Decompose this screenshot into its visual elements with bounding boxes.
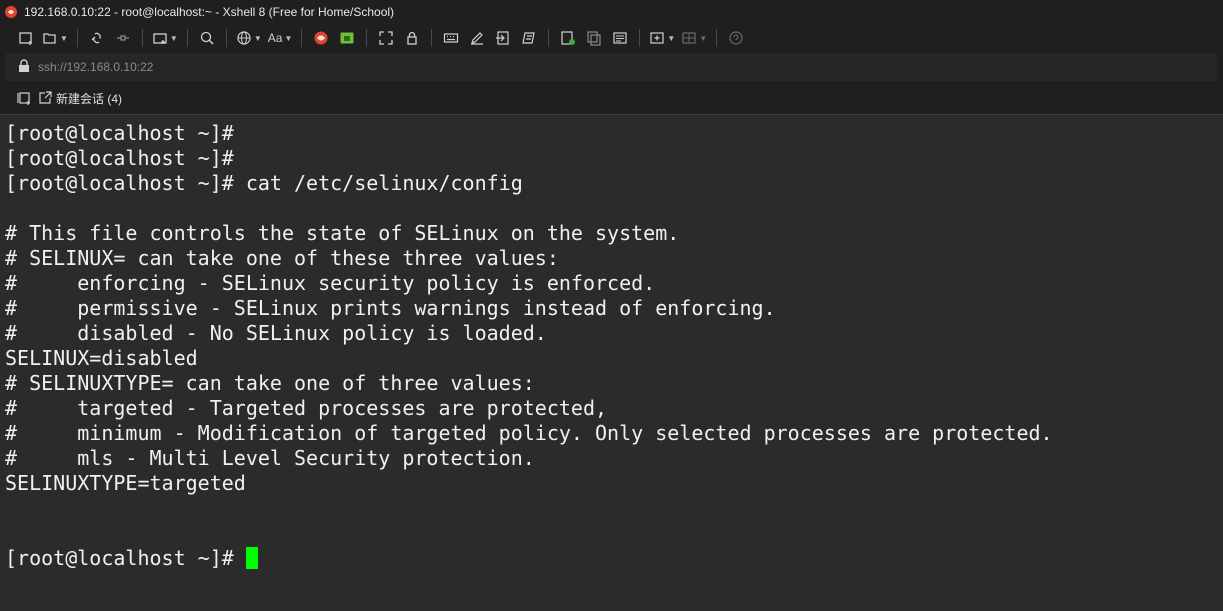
terminal-line: # enforcing - SELinux security policy is… (5, 271, 656, 295)
terminal-line: [root@localhost ~]# (5, 146, 234, 170)
keyboard-icon[interactable] (439, 27, 463, 49)
toolbar-divider (301, 29, 303, 47)
session-manager-icon (17, 92, 30, 105)
chevron-down-icon[interactable]: ▼ (699, 34, 707, 43)
chevron-down-icon[interactable]: ▼ (254, 34, 262, 43)
toolbar-divider (225, 29, 227, 47)
compose-icon[interactable] (608, 27, 632, 49)
toolbar-divider (548, 29, 550, 47)
lock-icon (18, 58, 30, 76)
toolbar-divider (141, 29, 143, 47)
chevron-down-icon[interactable]: ▼ (170, 34, 178, 43)
add-folder-icon[interactable]: ▼ (647, 27, 677, 49)
terminal-line: # targeted - Targeted processes are prot… (5, 396, 608, 420)
terminal-line: [root@localhost ~]# (5, 121, 234, 145)
chevron-down-icon[interactable]: ▼ (667, 34, 675, 43)
copy-icon[interactable] (582, 27, 606, 49)
globe-icon[interactable]: ▼ (234, 27, 264, 49)
fullscreen-icon[interactable] (374, 27, 398, 49)
new-session-tab[interactable]: 新建会话 (4) (38, 90, 122, 107)
terminal-line: # permissive - SELinux prints warnings i… (5, 296, 776, 320)
terminal-line: SELINUXTYPE=targeted (5, 471, 246, 495)
terminal-output[interactable]: [root@localhost ~]# [root@localhost ~]# … (0, 118, 1223, 611)
toolbar: ▼ ▼ ▼ Aa ▼ ▼ ▼ (0, 24, 1223, 52)
toolbar-divider (716, 29, 718, 47)
terminal-line: # SELINUXTYPE= can take one of three val… (5, 371, 535, 395)
xshell-window: 192.168.0.10:22 - root@localhost:~ - Xsh… (0, 0, 1223, 611)
layout-icon[interactable]: ▼ (679, 27, 709, 49)
session-manager-button[interactable] (16, 90, 32, 106)
xshell-icon[interactable] (309, 27, 333, 49)
toolbar-divider (76, 29, 78, 47)
terminal-line: # disabled - No SELinux policy is loaded… (5, 321, 547, 345)
address-bar: ssh://192.168.0.10:22 (0, 52, 1223, 82)
terminal-line: # minimum - Modification of targeted pol… (5, 421, 1053, 445)
session-tab-bar: 新建会话 (4) (0, 82, 1223, 115)
chevron-down-icon[interactable]: ▼ (60, 34, 68, 43)
script-icon[interactable] (517, 27, 541, 49)
connect-icon[interactable] (85, 27, 109, 49)
toolbar-divider (639, 29, 641, 47)
chevron-down-icon[interactable]: ▼ (284, 34, 292, 43)
terminal-line: # SELINUX= can take one of these three v… (5, 246, 559, 270)
toolbar-divider (431, 29, 433, 47)
terminal-line: # mls - Multi Level Security protection. (5, 446, 535, 470)
xftp-icon[interactable] (335, 27, 359, 49)
new-tab-icon[interactable]: ▼ (150, 27, 180, 49)
window-title: 192.168.0.10:22 - root@localhost:~ - Xsh… (24, 5, 395, 19)
terminal-line: [root@localhost ~]# cat /etc/selinux/con… (5, 171, 523, 195)
title-bar: 192.168.0.10:22 - root@localhost:~ - Xsh… (0, 0, 1223, 24)
new-session-icon[interactable] (14, 27, 38, 49)
address-field[interactable]: ssh://192.168.0.10:22 (6, 53, 1217, 81)
lock-icon[interactable] (400, 27, 424, 49)
terminal-line: SELINUX=disabled (5, 346, 198, 370)
toolbar-divider (366, 29, 368, 47)
search-icon[interactable] (195, 27, 219, 49)
open-external-icon (39, 91, 52, 104)
terminal-prompt-line[interactable]: [root@localhost ~]# (5, 546, 1223, 571)
transfer-icon[interactable] (491, 27, 515, 49)
pen-icon[interactable] (465, 27, 489, 49)
terminal-line: # This file controls the state of SELinu… (5, 221, 680, 245)
toolbar-divider (186, 29, 188, 47)
new-session-tab-label: 新建会话 (4) (56, 91, 123, 106)
terminal-cursor (245, 547, 258, 569)
font-icon[interactable]: Aa ▼ (266, 27, 295, 49)
xshell-logo-icon (4, 5, 18, 19)
font-button-label: Aa (267, 31, 283, 45)
disconnect-icon[interactable] (111, 27, 135, 49)
help-icon[interactable] (724, 27, 748, 49)
open-folder-icon[interactable]: ▼ (40, 27, 70, 49)
log-icon[interactable] (556, 27, 580, 49)
terminal-prompt: [root@localhost ~]# (5, 546, 246, 570)
address-text: ssh://192.168.0.10:22 (38, 60, 154, 74)
